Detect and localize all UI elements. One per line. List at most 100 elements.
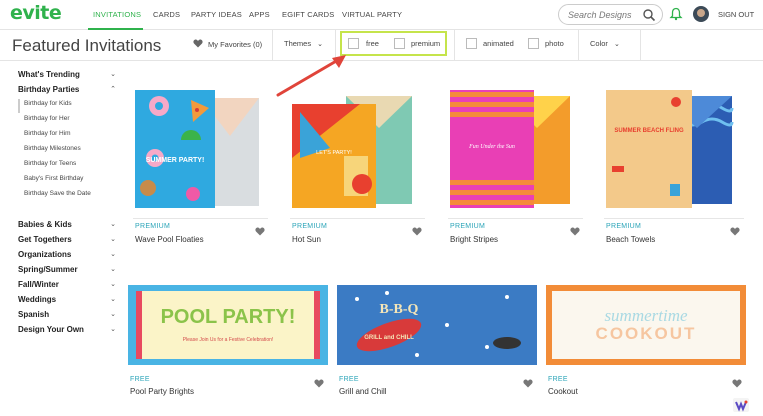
card-name[interactable]: Grill and Chill [339,387,387,396]
sidebar-item-weddings[interactable]: Weddings ⌄ [18,295,118,304]
card-tag: PREMIUM [450,223,486,230]
sidebar-item-organizations[interactable]: Organizations ⌄ [18,250,118,259]
sidebar-subitem-birthday-her[interactable]: Birthday for Her [24,115,70,122]
chevron-down-icon: ⌄ [110,251,116,258]
invitation-card[interactable]: SUMMER PARTY! PREMIUM Wave Pool Floaties [133,88,268,246]
sidebar-subitem-birthday-save-date[interactable]: Birthday Save the Date [24,190,91,197]
evite-logo[interactable]: evite [10,2,62,24]
search-input[interactable]: Search Designs [558,4,663,25]
card-name[interactable]: Wave Pool Floaties [135,235,204,244]
free-checkbox[interactable] [348,38,359,49]
bell-icon[interactable] [669,7,683,21]
animated-label: animated [483,39,514,48]
sidebar-item-fall-winter[interactable]: Fall/Winter ⌄ [18,280,118,289]
nav-egift-cards[interactable]: EGIFT CARDS [282,10,335,19]
card-tag: FREE [130,376,150,383]
top-nav: evite INVITATIONS CARDS PARTY IDEAS APPS… [0,0,763,30]
card-thumbnail[interactable]: summertime COOKOUT [546,285,746,365]
nav-apps[interactable]: APPS [249,10,270,19]
invitation-card[interactable]: POOL PARTY! Please Join Us for a Festive… [128,285,328,400]
color-dropdown[interactable]: Color ⌄ [590,39,620,48]
divider [290,218,425,219]
chevron-down-icon: ⌄ [110,326,116,333]
animated-checkbox[interactable] [466,38,477,49]
feedback-widget-icon[interactable] [733,398,749,412]
invitation-card[interactable]: LET'S PARTY! PREMIUM Hot Sun [290,88,425,246]
premium-checkbox[interactable] [394,38,405,49]
chevron-down-icon: ⌄ [613,41,620,48]
sidebar-item-spanish[interactable]: Spanish ⌄ [18,310,118,319]
card-thumbnail[interactable]: Fun Under the Sun [448,88,583,213]
sidebar-subitem-birthday-teens[interactable]: Birthday for Teens [24,160,76,167]
chevron-down-icon: ⌄ [110,71,116,78]
search-icon[interactable] [642,8,656,22]
card-art-text: SUMMER PARTY! [146,157,205,164]
sidebar-subitem-birthday-milestones[interactable]: Birthday Milestones [24,145,81,152]
card-thumbnail[interactable]: LET'S PARTY! [290,88,425,213]
card-art-subtext: Please Join Us for a Festive Celebration… [183,337,274,343]
color-label: Color [590,39,608,48]
sidebar-item-get-togethers[interactable]: Get Togethers ⌄ [18,235,118,244]
chevron-up-icon: ⌃ [110,86,116,93]
card-art-text: POOL PARTY! [161,306,296,328]
themes-dropdown[interactable]: Themes ⌄ [284,39,323,48]
card-name[interactable]: Beach Towels [606,235,655,244]
chevron-down-icon: ⌄ [110,221,116,228]
my-favorites-link[interactable]: My Favorites (0) [193,39,262,49]
favorite-heart-icon[interactable] [732,379,742,388]
favorite-heart-icon[interactable] [730,227,740,236]
sidebar-subitem-birthday-kids[interactable]: Birthday for Kids [24,100,72,107]
card-thumbnail[interactable]: SUMMER PARTY! [133,88,268,213]
avatar[interactable] [693,6,709,22]
card-art-text: LET'S PARTY! [316,150,352,156]
card-art-text: summertime [604,306,688,325]
card-name[interactable]: Bright Stripes [450,235,498,244]
chevron-down-icon: ⌄ [317,41,323,48]
divider [133,218,268,219]
sidebar-subitem-babys-first[interactable]: Baby's First Birthday [24,175,83,182]
invitation-card[interactable]: summertime COOKOUT FREE Cookout [546,285,746,400]
sign-out-link[interactable]: SIGN OUT [718,10,754,19]
favorite-heart-icon[interactable] [570,227,580,236]
favorite-heart-icon[interactable] [314,379,324,388]
filter-bar: Featured Invitations My Favorites (0) Th… [0,30,763,61]
card-name[interactable]: Cookout [548,387,578,396]
sidebar-item-babies-kids[interactable]: Babies & Kids ⌄ [18,220,118,229]
photo-checkbox[interactable] [528,38,539,49]
divider [454,30,455,61]
nav-party-ideas[interactable]: PARTY IDEAS [191,10,242,19]
sidebar-subitem-birthday-him[interactable]: Birthday for Him [24,130,71,137]
card-art-text: SUMMER BEACH FLING [614,128,684,134]
card-tag: PREMIUM [606,223,642,230]
search-placeholder: Search Designs [568,10,632,20]
invitation-card[interactable]: SUMMER BEACH FLING PREMIUM Beach Towels [604,88,744,246]
card-name[interactable]: Hot Sun [292,235,321,244]
favorite-heart-icon[interactable] [523,379,533,388]
divider [604,218,744,219]
chevron-down-icon: ⌄ [110,281,116,288]
sidebar-item-spring-summer[interactable]: Spring/Summer ⌄ [18,265,118,274]
sidebar-item-birthday-parties[interactable]: Birthday Parties ⌃ [18,85,118,94]
card-tag: FREE [339,376,359,383]
premium-label: premium [411,39,441,48]
submenu-indicator [18,99,20,113]
heart-icon [193,39,203,48]
nav-cards[interactable]: CARDS [153,10,180,19]
favorite-heart-icon[interactable] [255,227,265,236]
favorite-heart-icon[interactable] [412,227,422,236]
invitation-card[interactable]: Fun Under the Sun PREMIUM Bright Stripes [448,88,583,246]
card-thumbnail[interactable]: POOL PARTY! Please Join Us for a Festive… [128,285,328,365]
chevron-down-icon: ⌄ [110,266,116,273]
sidebar-item-whats-trending[interactable]: What's Trending ⌄ [18,70,118,79]
card-name[interactable]: Pool Party Brights [130,387,194,396]
divider [640,30,641,61]
sidebar-item-design-your-own[interactable]: Design Your Own ⌄ [18,325,118,334]
card-thumbnail[interactable]: B-B-Q GRILL and CHILL [337,285,537,365]
invitation-card[interactable]: B-B-Q GRILL and CHILL FREE Grill and Chi… [337,285,537,400]
free-label: free [366,39,379,48]
card-art-text: Fun Under the Sun [468,144,515,150]
nav-invitations[interactable]: INVITATIONS [93,10,141,19]
nav-virtual-party[interactable]: VIRTUAL PARTY [342,10,402,19]
card-thumbnail[interactable]: SUMMER BEACH FLING [604,88,744,213]
divider [578,30,579,61]
